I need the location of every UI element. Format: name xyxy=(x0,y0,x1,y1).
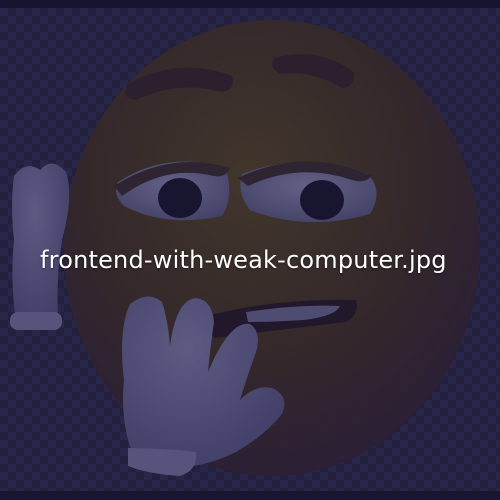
filename-label: frontend-with-weak-computer.jpg xyxy=(40,246,447,274)
left-pupil xyxy=(158,178,202,218)
right-pupil xyxy=(300,180,344,220)
right-glove-cuff xyxy=(128,448,197,476)
image-viewer: frontend-with-weak-computer.jpg xyxy=(0,0,500,500)
left-hand-icon xyxy=(12,163,70,325)
left-glove-cuff xyxy=(10,312,62,330)
viewer-bottom-bar xyxy=(0,491,500,500)
